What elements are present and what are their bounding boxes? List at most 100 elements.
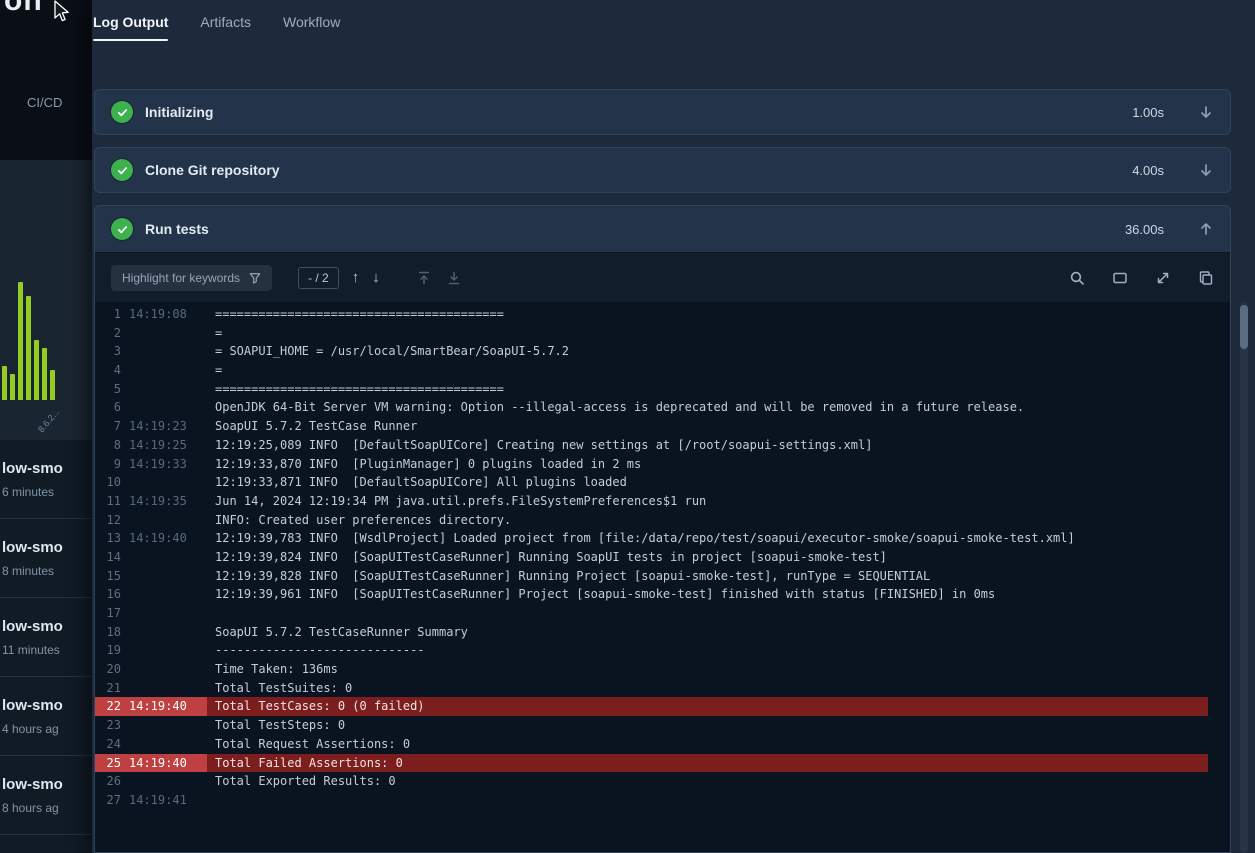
execution-item[interactable]: low-smo8 hours ag <box>0 756 92 835</box>
raw-view-icon[interactable] <box>1112 270 1128 286</box>
log-line: 4= <box>95 361 1208 380</box>
chart-bar[interactable] <box>18 282 23 400</box>
line-gutter: 14 <box>95 548 207 567</box>
line-gutter: 2214:19:40 <box>95 697 207 716</box>
chart-axis-label: 8.6.2... <box>36 407 61 435</box>
scroll-to-bottom-icon[interactable] <box>446 270 462 286</box>
line-text: 12:19:39,828 INFO [SoapUITestCaseRunner]… <box>207 567 1208 586</box>
line-gutter: 23 <box>95 716 207 735</box>
chart-bar[interactable] <box>34 340 39 400</box>
chart-bar[interactable] <box>26 296 31 400</box>
log-line: 714:19:23SoapUI 5.7.2 TestCase Runner <box>95 417 1208 436</box>
prev-match-button[interactable]: ↑ <box>352 269 360 286</box>
log-viewer: 114:19:08===============================… <box>95 302 1230 852</box>
log-line: 19----------------------------- <box>95 641 1208 660</box>
fullscreen-icon[interactable] <box>1155 270 1171 286</box>
line-text: Total Exported Results: 0 <box>207 772 1208 791</box>
log-line: 26 Total Exported Results: 0 <box>95 772 1208 791</box>
log-line: 10 12:19:33,871 INFO [DefaultSoapUICore] … <box>95 473 1208 492</box>
expand-arrow-icon[interactable] <box>1198 104 1214 120</box>
expand-arrow-icon[interactable] <box>1198 162 1214 178</box>
next-match-button[interactable]: ↓ <box>372 269 380 286</box>
line-number: 25 <box>95 754 121 773</box>
line-gutter: 814:19:25 <box>95 436 207 455</box>
line-number: 24 <box>95 735 121 754</box>
step-label: Run tests <box>145 221 1113 237</box>
log-line: 6OpenJDK 64-Bit Server VM warning: Optio… <box>95 398 1208 417</box>
log-line: 1612:19:39,961 INFO [SoapUITestCaseRunne… <box>95 585 1208 604</box>
logo-fragment: on <box>4 0 84 15</box>
line-number: 13 <box>95 529 121 548</box>
tab-workflow[interactable]: Workflow <box>283 14 340 41</box>
line-number: 9 <box>95 455 121 474</box>
line-text: 12:19:39,824 INFO [SoapUITestCaseRunner]… <box>207 548 1208 567</box>
line-text: OpenJDK 64-Bit Server VM warning: Option… <box>207 398 1208 417</box>
line-text: 12:19:33,871 INFO [DefaultSoapUICore] Al… <box>207 473 1208 492</box>
line-gutter: 1314:19:40 <box>95 529 207 548</box>
step-header[interactable]: Initializing 1.00s <box>95 90 1230 134</box>
line-gutter: 6 <box>95 398 207 417</box>
line-gutter: 714:19:23 <box>95 417 207 436</box>
log-scrollbar[interactable] <box>1240 302 1248 853</box>
execution-time: 8 hours ag <box>2 801 92 815</box>
chart-bar[interactable] <box>50 370 55 400</box>
scroll-to-top-icon[interactable] <box>416 270 432 286</box>
log-line: 24Total Request Assertions: 0 <box>95 735 1208 754</box>
line-number: 2 <box>95 324 121 343</box>
execution-time: 8 minutes <box>2 564 92 578</box>
tab-log-output[interactable]: Log Output <box>93 14 168 41</box>
log-line: 814:19:2512:19:25,089 INFO [DefaultSoapU… <box>95 436 1208 455</box>
log-line: 1412:19:39,824 INFO [SoapUITestCaseRunne… <box>95 548 1208 567</box>
tab-artifacts[interactable]: Artifacts <box>200 14 251 41</box>
log-line: 2214:19:40Total TestCases: 0 (0 failed) <box>95 697 1208 716</box>
success-check-icon <box>111 159 133 181</box>
line-number: 1 <box>95 305 121 324</box>
step-header[interactable]: Clone Git repository 4.00s <box>95 148 1230 192</box>
log-drawer: Log Output Artifacts Workflow Initializing… <box>92 0 1255 853</box>
line-timestamp: 14:19:35 <box>129 492 187 511</box>
execution-item[interactable]: low-smo8 minutes <box>0 519 92 598</box>
line-text: = SOAPUI_HOME = /usr/local/SmartBear/Soa… <box>207 342 1208 361</box>
log-line: 1512:19:39,828 INFO [SoapUITestCaseRunne… <box>95 567 1208 586</box>
line-text: Total Failed Assertions: 0 <box>207 754 1208 773</box>
log-lines: 114:19:08===============================… <box>95 305 1208 810</box>
line-gutter: 21 <box>95 679 207 698</box>
line-number: 10 <box>95 473 121 492</box>
line-timestamp: 14:19:08 <box>129 305 187 324</box>
chart-bar[interactable] <box>2 366 7 400</box>
copy-icon[interactable] <box>1198 270 1214 286</box>
line-gutter: 5 <box>95 380 207 399</box>
execution-time: 11 minutes <box>2 643 92 657</box>
line-gutter: 914:19:33 <box>95 455 207 474</box>
step-header[interactable]: Run tests 36.00s <box>95 206 1230 252</box>
step-clone-git-repository[interactable]: Clone Git repository 4.00s <box>94 147 1231 193</box>
step-initializing[interactable]: Initializing 1.00s <box>94 89 1231 135</box>
scrollbar-thumb[interactable] <box>1240 305 1248 349</box>
match-counter: - / 2 <box>298 267 339 289</box>
line-text: Total TestSuites: 0 <box>207 679 1208 698</box>
log-line: 2714:19:41 <box>95 791 1208 810</box>
line-number: 27 <box>95 791 121 810</box>
line-text: = <box>207 324 1208 343</box>
chart-bar[interactable] <box>10 374 15 400</box>
step-run-tests[interactable]: Run tests 36.00s Highlight for keywords … <box>94 205 1231 853</box>
line-gutter: 12 <box>95 511 207 530</box>
execution-item[interactable]: low-smo11 minutes <box>0 598 92 677</box>
collapse-arrow-icon[interactable] <box>1198 221 1214 237</box>
line-gutter: 3 <box>95 342 207 361</box>
line-text: 12:19:39,783 INFO [WsdlProject] Loaded p… <box>207 529 1208 548</box>
execution-time: 4 hours ag <box>2 722 92 736</box>
log-line: 914:19:3312:19:33,870 INFO [PluginManage… <box>95 455 1208 474</box>
search-icon[interactable] <box>1069 270 1085 286</box>
keyword-highlight-input[interactable]: Highlight for keywords <box>111 265 272 291</box>
log-line: 17 <box>95 604 1208 623</box>
execution-item[interactable]: low-smo4 hours ag <box>0 677 92 756</box>
execution-item[interactable]: low-smo6 minutes <box>0 440 92 519</box>
line-timestamp: 14:19:40 <box>129 754 187 773</box>
line-gutter: 20 <box>95 660 207 679</box>
line-number: 26 <box>95 772 121 791</box>
chart-bar[interactable] <box>42 348 47 400</box>
line-number: 18 <box>95 623 121 642</box>
chart-bars <box>2 160 55 400</box>
log-line: 3= SOAPUI_HOME = /usr/local/SmartBear/So… <box>95 342 1208 361</box>
